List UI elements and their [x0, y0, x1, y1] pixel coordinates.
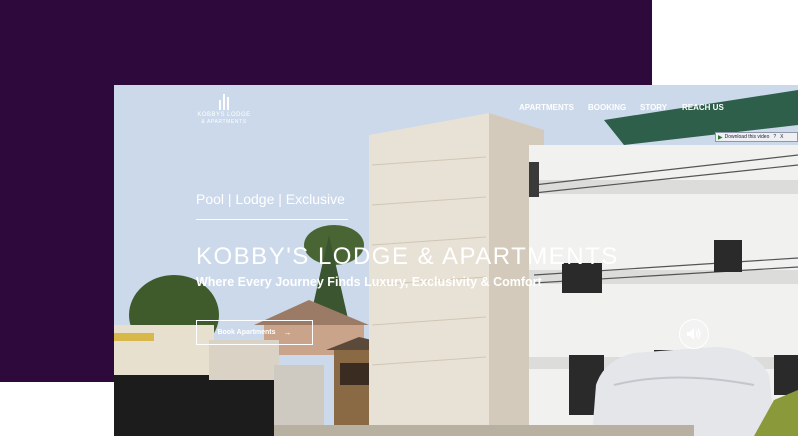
download-video-label[interactable]: Download this video	[725, 134, 770, 140]
brand-name-line1: KOBBYS LODGE	[197, 112, 251, 118]
hero-video-section: KOBBYS LODGE & APARTMENTS APARTMENTS BOO…	[114, 85, 798, 436]
nav-link-booking[interactable]: BOOKING	[588, 103, 640, 112]
sound-toggle-button[interactable]	[679, 319, 709, 349]
hero-tagline: Pool | Lodge | Exclusive	[196, 191, 345, 207]
building-logo-icon	[217, 94, 231, 110]
nav-link-story[interactable]: STORY	[640, 103, 682, 112]
close-icon[interactable]: X	[780, 134, 783, 140]
hero-title: KOBBY'S LODGE & APARTMENTS	[196, 243, 619, 270]
download-video-bar[interactable]: ▶ Download this video ? X	[715, 132, 798, 142]
help-icon[interactable]: ?	[773, 134, 776, 140]
brand-logo[interactable]: KOBBYS LODGE & APARTMENTS	[194, 94, 254, 125]
nav-link-reach-us[interactable]: REACH US	[682, 103, 732, 112]
main-nav: APARTMENTS BOOKING STORY REACH US	[519, 103, 732, 112]
tagline-divider	[196, 219, 348, 220]
speaker-volume-icon	[687, 328, 701, 340]
book-apartments-button[interactable]: Book Apartments →	[196, 320, 313, 345]
brand-name-line2: & APARTMENTS	[201, 119, 247, 125]
play-icon: ▶	[718, 134, 723, 141]
nav-link-apartments[interactable]: APARTMENTS	[519, 103, 588, 112]
hero-subtitle: Where Every Journey Finds Luxury, Exclus…	[196, 275, 542, 289]
book-apartments-label: Book Apartments	[217, 329, 276, 336]
arrow-right-icon: →	[283, 328, 292, 337]
